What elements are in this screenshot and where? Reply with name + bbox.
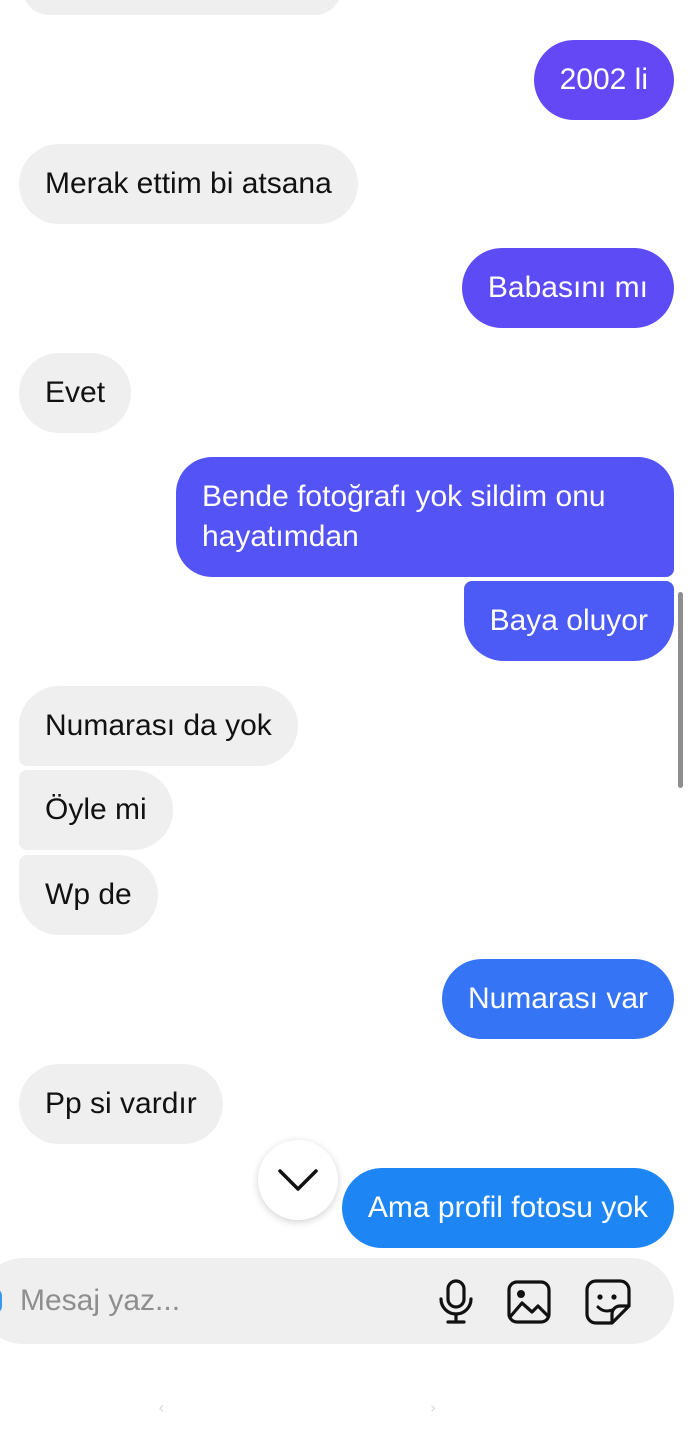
microphone-button[interactable] xyxy=(430,1276,482,1328)
message-bubble-incoming[interactable]: Pp si vardır xyxy=(19,1064,223,1144)
scroll-to-bottom-button[interactable] xyxy=(258,1140,338,1220)
message-bubble-outgoing[interactable]: 2002 li xyxy=(533,40,674,120)
message-bubble-outgoing[interactable]: Ama profil fotosu yok xyxy=(341,1168,674,1248)
message-bubble-outgoing[interactable]: Babasını mı xyxy=(461,248,674,328)
bottom-safe-area xyxy=(0,1344,690,1430)
message-bubble-incoming[interactable]: Evet xyxy=(19,353,132,433)
nav-hint-right-icon: › xyxy=(430,1398,437,1417)
message-bubble-incoming[interactable]: Merak ettim bi atsana xyxy=(19,144,358,224)
message-bubble-outgoing[interactable]: Bende fotoğrafı yok sildim onu hayatımda… xyxy=(176,457,674,577)
message-bubble-outgoing[interactable]: Baya oluyor xyxy=(463,581,674,661)
message-composer xyxy=(0,1258,674,1344)
chat-screen: 2002 li Merak ettim bi atsana Babasını m… xyxy=(0,0,690,1430)
sticker-icon xyxy=(585,1279,631,1325)
sticker-button[interactable] xyxy=(582,1276,634,1328)
gallery-icon xyxy=(507,1280,551,1324)
scrollbar[interactable] xyxy=(678,592,683,788)
chevron-down-icon xyxy=(278,1169,318,1191)
gallery-button[interactable] xyxy=(503,1276,555,1328)
message-input[interactable] xyxy=(20,1278,400,1324)
message-bubble-incoming[interactable]: Numarası da yok xyxy=(19,686,298,766)
camera-button-edge[interactable] xyxy=(0,1288,2,1314)
message-bubble-incoming[interactable]: Öyle mi xyxy=(19,770,173,850)
message-bubble-incoming[interactable]: Wp de xyxy=(19,855,158,935)
message-bubble-outgoing[interactable]: Numarası var xyxy=(441,959,674,1039)
nav-hint-left-icon: ‹ xyxy=(158,1398,165,1417)
partial-incoming-bubble xyxy=(22,0,342,15)
microphone-icon xyxy=(439,1279,473,1324)
